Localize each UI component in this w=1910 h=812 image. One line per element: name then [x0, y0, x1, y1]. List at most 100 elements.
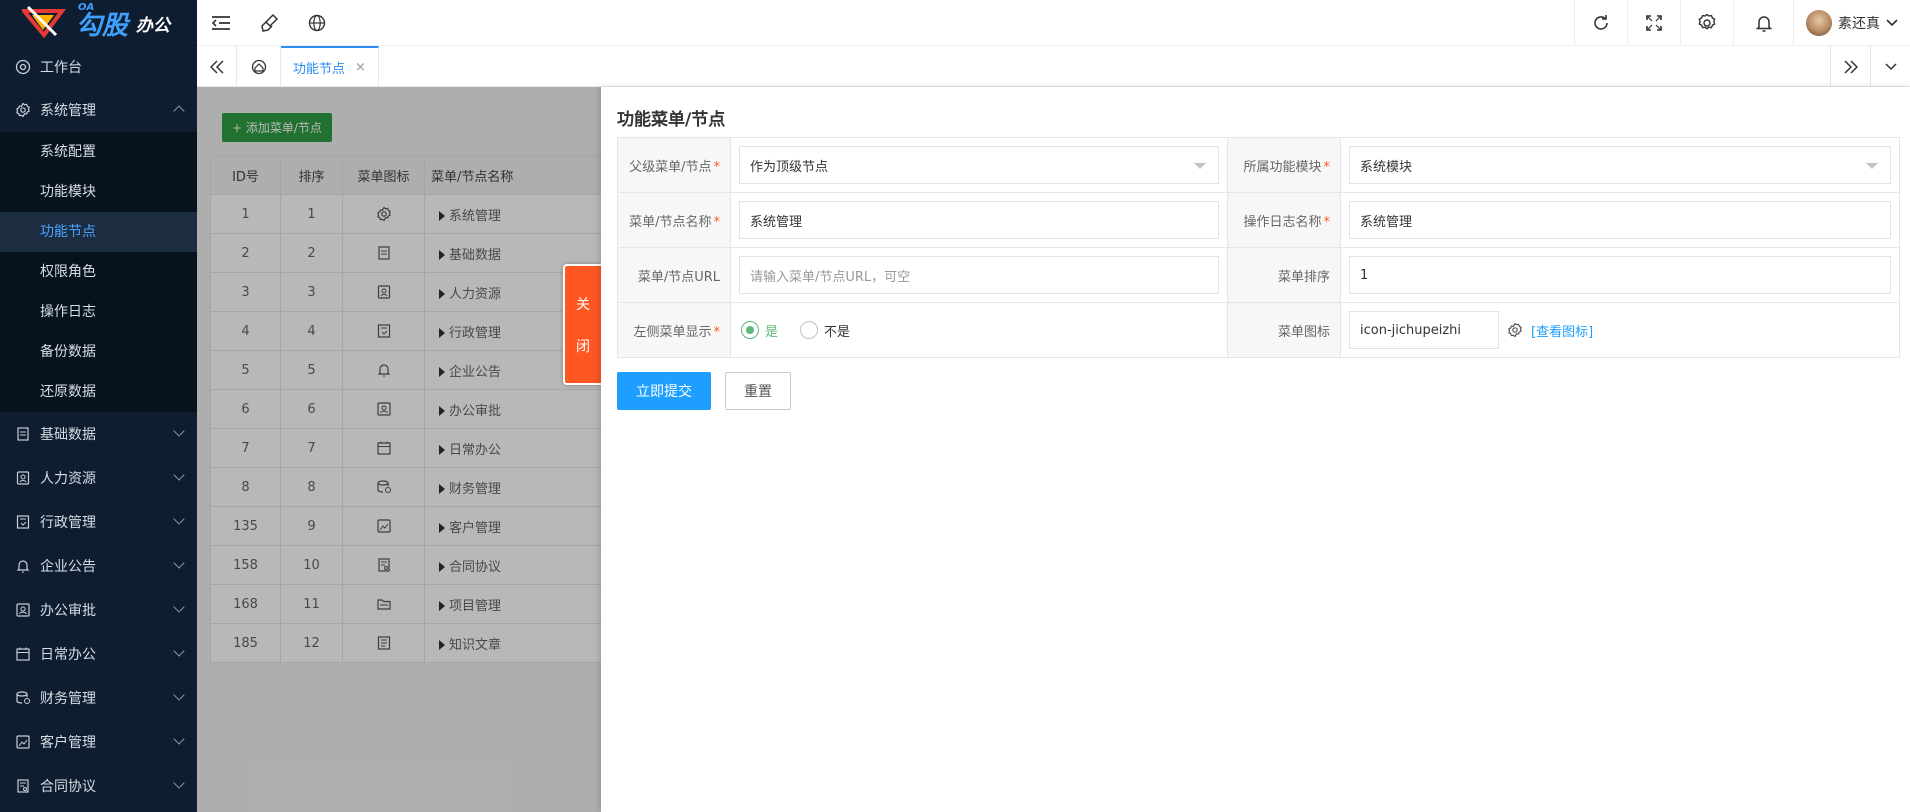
icon-input[interactable]: icon-jichupeizhi	[1349, 311, 1499, 349]
sidebar-subitem-config[interactable]: 系统配置	[0, 132, 197, 172]
refresh-button[interactable]	[1574, 0, 1627, 46]
node-form-panel: 功能菜单/节点 父级菜单/节点 * 作为顶级节点 所属功能模块 * 系统模块 菜单/…	[601, 87, 1910, 812]
menu-fold-icon	[211, 15, 230, 30]
tabs-scroll-right-button[interactable]	[1830, 46, 1870, 87]
sidebar-item-announcement[interactable]: 企业公告	[0, 544, 197, 588]
sidebar-subitem-restore[interactable]: 还原数据	[0, 372, 197, 412]
customer-icon	[14, 733, 32, 751]
chevron-down-icon	[173, 733, 185, 745]
sidebar-item-basic-data[interactable]: 基础数据	[0, 412, 197, 456]
required-mark: *	[713, 159, 721, 175]
sidebar-subitem-modules[interactable]: 功能模块	[0, 172, 197, 212]
sidebar-subitem-logs[interactable]: 操作日志	[0, 292, 197, 332]
log-name-input[interactable]: 系统管理	[1349, 201, 1891, 239]
bell-icon	[14, 557, 32, 575]
module-label: 所属功能模块 *	[1227, 137, 1341, 193]
brand-suffix: 办公	[136, 15, 171, 36]
url-input[interactable]: 请输入菜单/节点URL，可空	[739, 256, 1219, 294]
name-label-text: 菜单/节点名称	[629, 214, 712, 230]
tab-function-nodes[interactable]: 功能节点 ×	[281, 46, 379, 87]
log-name-label: 操作日志名称 *	[1227, 192, 1341, 248]
sidebar-item-finance[interactable]: 财务管理	[0, 676, 197, 720]
chevron-down-icon	[173, 557, 185, 569]
calendar-icon	[14, 645, 32, 663]
sidebar-item-system[interactable]: 系统管理	[0, 88, 197, 132]
close-panel-button[interactable]: 关 闭	[563, 264, 601, 385]
sidebar-item-label: 办公审批	[40, 603, 96, 619]
sidebar-item-label: 工作台	[40, 60, 82, 76]
approval-icon	[14, 601, 32, 619]
doc-icon	[14, 425, 32, 443]
user-menu[interactable]: 素还真	[1793, 0, 1910, 46]
tab-label: 功能节点	[293, 62, 346, 77]
sidebar-item-daily[interactable]: 日常办公	[0, 632, 197, 676]
sidebar-item-label: 基础数据	[40, 427, 96, 443]
sidebar-item-workbench[interactable]: 工作台	[0, 46, 197, 88]
sidebar-item-contract[interactable]: 合同协议	[0, 764, 197, 808]
sidebar-item-label: 企业公告	[40, 559, 96, 575]
required-mark: *	[713, 214, 721, 230]
chevron-up-icon	[173, 105, 185, 117]
required-mark: *	[1323, 214, 1331, 230]
submit-button[interactable]: 立即提交	[617, 372, 711, 410]
close-label-2: 闭	[576, 338, 590, 355]
menu-toggle-button[interactable]	[197, 0, 245, 46]
sidebar-item-customer[interactable]: 客户管理	[0, 720, 197, 764]
double-chevron-left-icon	[209, 59, 224, 74]
user-name: 素还真	[1838, 15, 1880, 32]
select-caret-icon	[1194, 163, 1206, 169]
required-mark: *	[1323, 159, 1331, 175]
module-select[interactable]: 系统模块	[1349, 146, 1891, 184]
notifications-button[interactable]	[1733, 0, 1793, 46]
show-no-radio[interactable]: 不是	[800, 321, 850, 340]
chevron-down-icon	[1886, 18, 1898, 26]
tabs-menu-button[interactable]	[1870, 46, 1910, 87]
home-icon	[251, 59, 266, 74]
show-yes-radio[interactable]: 是	[741, 321, 778, 340]
bell-icon	[1755, 15, 1772, 32]
chevron-down-icon	[173, 645, 185, 657]
module-label-text: 所属功能模块	[1243, 159, 1322, 175]
sidebar-item-admin[interactable]: 行政管理	[0, 500, 197, 544]
reset-button[interactable]: 重置	[725, 372, 791, 410]
close-icon[interactable]: ×	[355, 60, 366, 75]
gear-icon	[14, 101, 32, 119]
show-label-text: 左侧菜单显示	[633, 324, 712, 340]
top-bar-right: 素还真	[1574, 0, 1910, 46]
parent-label-text: 父级菜单/节点	[629, 159, 712, 175]
website-button[interactable]	[293, 0, 341, 46]
view-icons-link[interactable]: [查看图标]	[1531, 321, 1593, 340]
modal-overlay[interactable]	[197, 87, 601, 812]
sidebar-submenu-system: 系统配置 功能模块 功能节点 权限角色 操作日志 备份数据 还原数据	[0, 132, 197, 412]
workbench-icon	[14, 58, 32, 76]
fullscreen-button[interactable]	[1627, 0, 1680, 46]
person-card-icon	[14, 469, 32, 487]
module-select-value: 系统模块	[1360, 159, 1413, 175]
fullscreen-icon	[1646, 14, 1662, 31]
name-input[interactable]: 系统管理	[739, 201, 1219, 239]
tabs-scroll-left-button[interactable]	[197, 46, 237, 87]
home-tab[interactable]	[237, 46, 281, 87]
sidebar-item-label: 客户管理	[40, 735, 96, 751]
sidebar-item-label: 日常办公	[40, 647, 96, 663]
clear-cache-button[interactable]	[245, 0, 293, 46]
globe-icon	[308, 14, 326, 31]
sidebar-subitem-backup[interactable]: 备份数据	[0, 332, 197, 372]
avatar	[1806, 9, 1832, 36]
logo-icon	[22, 5, 70, 41]
sidebar-subitem-nodes[interactable]: 功能节点	[0, 212, 197, 252]
parent-select[interactable]: 作为顶级节点	[739, 146, 1219, 184]
settings-button[interactable]	[1680, 0, 1733, 46]
sidebar-item-label: 财务管理	[40, 691, 96, 707]
sidebar-item-hr[interactable]: 人力资源	[0, 456, 197, 500]
refresh-icon	[1594, 14, 1608, 30]
sidebar-subitem-roles[interactable]: 权限角色	[0, 252, 197, 292]
sidebar-item-label: 系统管理	[40, 103, 96, 119]
sort-label: 菜单排序	[1227, 247, 1341, 303]
radio-no-label: 不是	[824, 324, 851, 340]
sidebar-item-approval[interactable]: 办公审批	[0, 588, 197, 632]
sort-input[interactable]: 1	[1349, 256, 1891, 294]
name-label: 菜单/节点名称 *	[617, 192, 731, 248]
brand-logo[interactable]: OA 勾股 办公	[0, 0, 197, 46]
radio-checked-icon	[741, 321, 759, 339]
